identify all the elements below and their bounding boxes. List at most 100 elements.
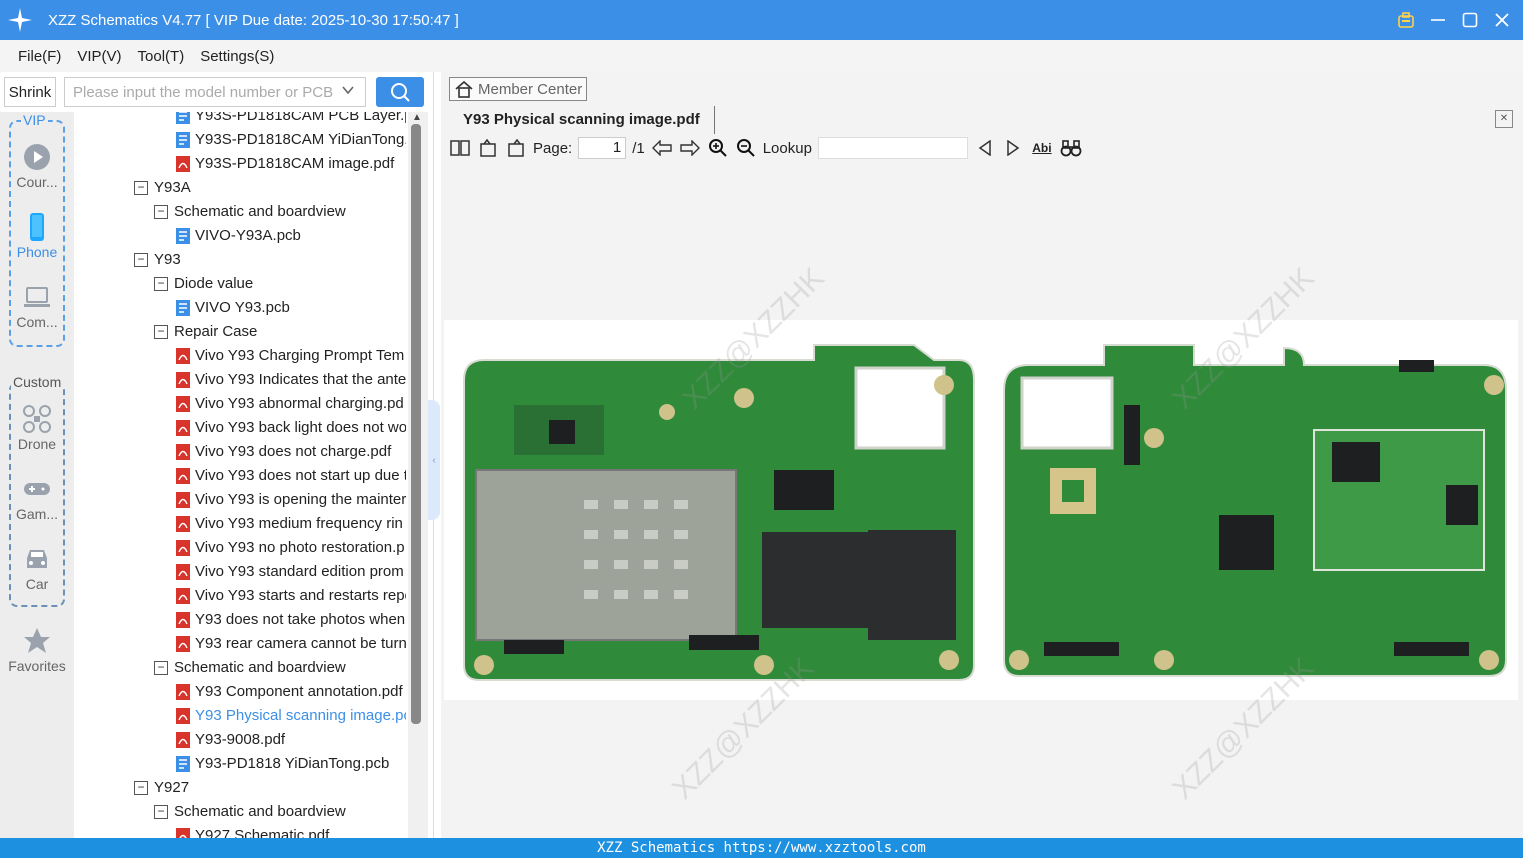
document-viewer: Member Center Y93 Physical scanning imag… [441,72,1523,838]
collapse-toggle-icon[interactable]: − [154,277,168,291]
tree-item-label: Schematic and boardview [174,803,346,820]
category-game[interactable]: Gam... [11,474,63,522]
tree-folder[interactable]: − Repair Case [154,320,257,344]
rotate-left-icon[interactable] [477,137,499,159]
collapse-toggle-icon[interactable]: − [154,661,168,675]
page-label: Page: [533,139,573,157]
pdf-file-icon [176,492,190,508]
page-number-input[interactable]: 1 [578,137,627,159]
find-next-icon[interactable] [1002,137,1024,159]
member-center-button[interactable]: Member Center [449,77,587,101]
tree-file[interactable]: Y93S-PD1818CAM PCB Layer.pc [176,112,406,128]
tree-item-label: Vivo Y93 does not charge.pdf [195,443,392,460]
tree-file[interactable]: Y93-9008.pdf [176,728,285,752]
tree-file[interactable]: VIVO-Y93A.pcb [176,224,301,248]
category-phone[interactable]: Phone [11,212,63,260]
tree-folder[interactable]: − Y927 [134,776,189,800]
tree-file[interactable]: Y93-PD1818 YiDianTong.pcb [176,752,389,776]
tree-file[interactable]: Vivo Y93 starts and restarts repe [176,584,406,608]
favorites-button[interactable]: Favorites [0,626,74,674]
search-input[interactable]: Please input the model number or PCB [64,77,366,107]
tree-file[interactable]: Vivo Y93 does not charge.pdf [176,440,391,464]
tree-file[interactable]: Y93 Physical scanning image.pc [176,704,406,728]
tab-document[interactable]: Y93 Physical scanning image.pdf [449,106,715,134]
category-computer[interactable]: Com... [11,282,63,330]
page-total: /1 [632,139,645,157]
tree-item-label: Y93 Component annotation.pdf [195,683,403,700]
next-page-icon[interactable] [679,137,701,159]
category-label: Phone [16,244,58,260]
tree-file[interactable]: Y93 Component annotation.pdf [176,680,403,704]
menu-file[interactable]: File(F) [18,48,61,65]
tree-file[interactable]: Y927 Schematic.pdf [176,824,329,838]
category-label: Car [25,576,49,592]
menu-tool[interactable]: Tool(T) [138,48,185,65]
pdf-file-icon [176,420,190,436]
tree-file[interactable]: Vivo Y93 back light does not wo [176,416,406,440]
tree-file[interactable]: Vivo Y93 no photo restoration.p [176,536,405,560]
zoom-in-icon[interactable] [707,137,729,159]
find-prev-icon[interactable] [974,137,996,159]
tree-file[interactable]: VIVO Y93.pcb [176,296,290,320]
category-car[interactable]: Car [11,544,63,592]
category-courses[interactable]: Cour... [11,142,63,190]
collapse-toggle-icon[interactable]: − [134,781,148,795]
vip-group-label: VIP [21,112,48,128]
panel-collapse-handle[interactable]: ‹ [428,400,440,520]
tree-item-label: Y93 [154,251,181,268]
tree-folder[interactable]: − Schematic and boardview [154,200,346,224]
chevron-down-icon[interactable] [341,83,355,100]
drone-icon [23,405,51,433]
collapse-toggle-icon[interactable]: − [154,805,168,819]
shrink-button[interactable]: Shrink [4,77,56,107]
tree-file[interactable]: Vivo Y93 Indicates that the ante [176,368,406,392]
prev-page-icon[interactable] [651,137,673,159]
custom-group-label: Custom [11,374,64,390]
pcb-file-icon [176,756,190,772]
maximize-button[interactable] [1461,11,1479,29]
tree-file[interactable]: Vivo Y93 medium frequency rin [176,512,403,536]
zoom-out-icon[interactable] [735,137,757,159]
vip-lock-icon[interactable] [1397,11,1415,29]
custom-category-group: Custom Drone Gam... Car [9,374,65,607]
tree-file[interactable]: Vivo Y93 Charging Prompt Tem [176,344,404,368]
tree-folder[interactable]: − Schematic and boardview [154,656,346,680]
rotate-right-icon[interactable] [505,137,527,159]
collapse-toggle-icon[interactable]: − [154,325,168,339]
tree-folder[interactable]: − Diode value [154,272,253,296]
tree-folder[interactable]: − Y93 [134,248,181,272]
title-bar: XZZ Schematics V4.77 [ VIP Due date: 202… [0,0,1523,40]
pcb-file-icon [176,112,190,124]
tree-file[interactable]: Y93 rear camera cannot be turn [176,632,406,656]
close-tab-icon[interactable]: ✕ [1495,110,1513,128]
tree-file[interactable]: Vivo Y93 standard edition prom [176,560,404,584]
tree-file[interactable]: Y93 does not take photos when [176,608,405,632]
tree-scrollbar[interactable]: ▲ [408,112,428,838]
tree-file[interactable]: Y93S-PD1818CAM image.pdf [176,152,394,176]
scroll-up-icon[interactable]: ▲ [412,112,422,123]
collapse-toggle-icon[interactable]: − [134,181,148,195]
minimize-button[interactable] [1429,11,1447,29]
tree-file[interactable]: Vivo Y93 does not start up due t [176,464,406,488]
tree-folder[interactable]: − Schematic and boardview [154,800,346,824]
menu-settings[interactable]: Settings(S) [200,48,274,65]
tree-folder[interactable]: − Y93A [134,176,191,200]
category-drone[interactable]: Drone [11,404,63,452]
match-case-button[interactable]: Abi [1030,137,1054,159]
pcb-scan-image[interactable] [444,320,1518,700]
tree-file[interactable]: Vivo Y93 is opening the mainter [176,488,406,512]
scrollbar-thumb[interactable] [411,124,421,724]
collapse-toggle-icon[interactable]: − [154,205,168,219]
tree-item-label: Y93 does not take photos when [195,611,406,628]
search-button[interactable] [376,77,424,107]
lookup-input[interactable] [817,137,968,159]
close-button[interactable] [1493,11,1511,29]
two-page-view-icon[interactable] [449,137,471,159]
menu-vip[interactable]: VIP(V) [77,48,121,65]
phone-icon [30,213,44,241]
binoculars-icon[interactable] [1060,137,1082,159]
pdf-file-icon [176,468,190,484]
collapse-toggle-icon[interactable]: − [134,253,148,267]
tree-file[interactable]: Vivo Y93 abnormal charging.pd [176,392,404,416]
tree-file[interactable]: Y93S-PD1818CAM YiDianTong.p [176,128,406,152]
